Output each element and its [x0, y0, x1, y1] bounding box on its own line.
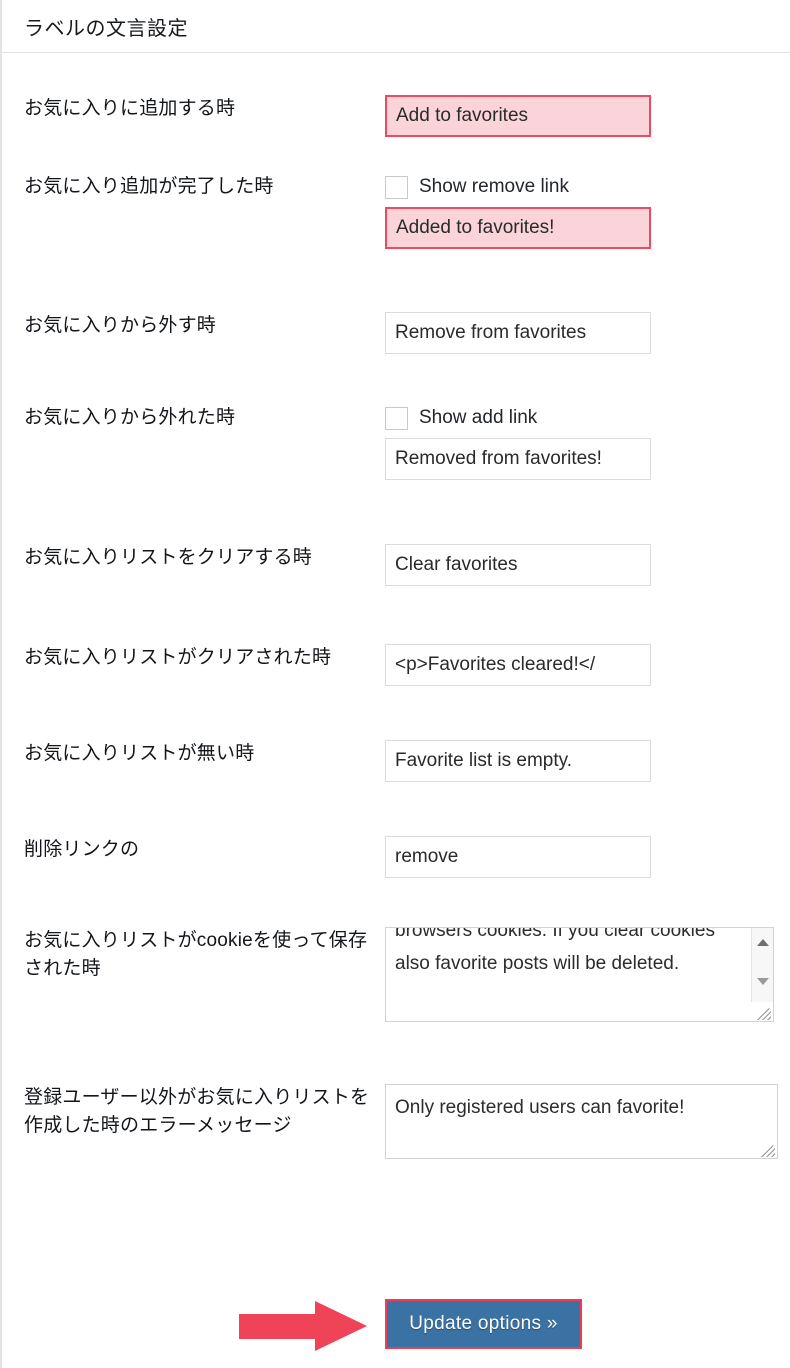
panel-header: ラベルの文言設定: [2, 0, 790, 53]
checkbox-label: Show remove link: [419, 176, 569, 197]
form-row-guest-error-message: 登録ユーザー以外がお気に入りリストを作成した時のエラーメッセージ Only re…: [2, 1022, 790, 1159]
row-label: お気に入りから外れた時: [24, 407, 236, 428]
row-field: browsers cookies. If you clear cookies a…: [385, 927, 790, 1022]
pointer-arrow-icon: [239, 1301, 367, 1351]
row-field: [385, 544, 790, 586]
show-remove-link-checkbox-row[interactable]: Show remove link: [385, 173, 790, 201]
form-row-favorite-list-empty: お気に入りリストが無い時: [2, 686, 790, 782]
row-field: [385, 740, 790, 782]
form-row-add-to-favorites: お気に入りに追加する時: [2, 59, 790, 137]
resize-grip-icon[interactable]: [757, 1006, 771, 1020]
row-label: お気に入りリストが無い時: [24, 743, 255, 764]
row-field: Show add link: [385, 404, 790, 480]
row-field: [385, 312, 790, 354]
row-field: [385, 95, 790, 137]
update-options-button[interactable]: Update options »: [385, 1299, 582, 1349]
form-row-clear-favorites: お気に入りリストをクリアする時: [2, 480, 790, 586]
favorite-list-empty-input[interactable]: [385, 740, 651, 782]
remove-link-text-input[interactable]: [385, 836, 651, 878]
row-label: お気に入りに追加する時: [24, 98, 236, 119]
row-label: お気に入り追加が完了した時: [24, 176, 274, 197]
form-row-removed-from-favorites: お気に入りから外れた時 Show add link: [2, 354, 790, 480]
clear-favorites-input[interactable]: [385, 544, 651, 586]
arrow-head: [315, 1301, 367, 1351]
show-add-link-checkbox-row[interactable]: Show add link: [385, 404, 790, 432]
row-field: [385, 836, 790, 878]
row-label: お気に入りから外す時: [24, 315, 217, 336]
row-field: [385, 644, 790, 686]
added-to-favorites-input[interactable]: [385, 207, 651, 249]
settings-panel: ラベルの文言設定 お気に入りに追加する時 お気に入り追加が完了した時 Show …: [0, 0, 790, 1368]
row-field: Show remove link: [385, 173, 790, 249]
row-label: お気に入りリストをクリアする時: [24, 547, 313, 568]
checkbox-icon[interactable]: [385, 406, 408, 430]
form-row-cookie-notice: お気に入りリストがcookieを使って保存された時 browsers cooki…: [2, 878, 790, 1022]
guest-error-message-text: Only registered users can favorite!: [395, 1097, 685, 1118]
scroll-down-arrow-icon[interactable]: [756, 978, 769, 985]
form-row-added-to-favorites: お気に入り追加が完了した時 Show remove link: [2, 137, 790, 249]
guest-error-message-textarea[interactable]: Only registered users can favorite!: [385, 1084, 778, 1159]
resize-grip-icon[interactable]: [761, 1143, 775, 1157]
arrow-shaft: [239, 1314, 317, 1339]
form-row-remove-from-favorites: お気に入りから外す時: [2, 249, 790, 354]
cookie-notice-text: browsers cookies. If you clear cookies a…: [395, 927, 721, 974]
cookie-notice-textarea[interactable]: browsers cookies. If you clear cookies a…: [385, 927, 774, 1022]
row-label: 登録ユーザー以外がお気に入りリストを作成した時のエラーメッセージ: [24, 1087, 370, 1136]
row-label: 削除リンクの: [24, 839, 140, 860]
remove-from-favorites-input[interactable]: [385, 312, 651, 354]
row-label: お気に入りリストがcookieを使って保存された時: [24, 930, 368, 979]
favorites-cleared-input[interactable]: [385, 644, 651, 686]
add-to-favorites-input[interactable]: [385, 95, 651, 137]
checkbox-icon[interactable]: [385, 175, 408, 199]
row-field: Only registered users can favorite!: [385, 1084, 790, 1159]
textarea-scrollbar[interactable]: [751, 928, 773, 1002]
label-settings-form: お気に入りに追加する時 お気に入り追加が完了した時 Show remove li…: [2, 53, 790, 1159]
form-row-remove-link-text: 削除リンクの: [2, 782, 790, 878]
scroll-up-arrow-icon[interactable]: [756, 939, 769, 946]
removed-from-favorites-input[interactable]: [385, 438, 651, 480]
page-title: ラベルの文言設定: [24, 17, 188, 40]
row-label: お気に入りリストがクリアされた時: [24, 647, 332, 668]
form-row-favorites-cleared: お気に入りリストがクリアされた時: [2, 586, 790, 686]
checkbox-label: Show add link: [419, 407, 538, 428]
